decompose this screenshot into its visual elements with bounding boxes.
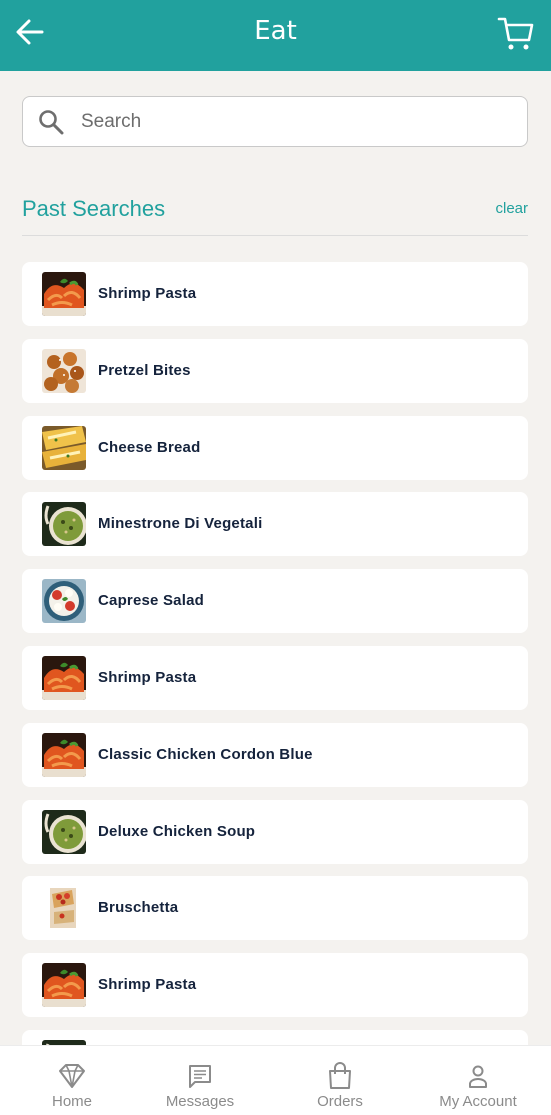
app-header: Eat bbox=[0, 0, 551, 71]
past-search-label: Caprese Salad bbox=[98, 592, 204, 610]
past-search-label: Shrimp Pasta bbox=[98, 668, 197, 686]
clear-button[interactable]: clear bbox=[495, 200, 528, 217]
food-thumbnail bbox=[42, 886, 86, 931]
nav-messages-label: Messages bbox=[165, 1093, 235, 1110]
past-search-label: Pretzel Bites bbox=[98, 361, 191, 379]
past-searches-title: Past Searches bbox=[22, 196, 166, 221]
page-title: Eat bbox=[254, 16, 297, 46]
food-thumbnail bbox=[42, 502, 86, 547]
shopping-cart-icon[interactable] bbox=[497, 14, 535, 52]
nav-messages[interactable]: Messages bbox=[131, 1046, 269, 1115]
past-search-item[interactable]: Minestrone Di Vegetali bbox=[22, 492, 528, 557]
search-box bbox=[22, 96, 528, 147]
food-thumbnail bbox=[42, 348, 86, 393]
past-search-label: Cheese Bread bbox=[98, 438, 201, 456]
past-search-label: Deluxe Chicken Soup bbox=[98, 822, 256, 840]
nav-home-label: Home bbox=[51, 1093, 92, 1110]
food-thumbnail bbox=[42, 425, 86, 470]
food-thumbnail bbox=[42, 272, 86, 316]
search-input[interactable] bbox=[81, 105, 501, 139]
nav-my-account-label: My Account bbox=[439, 1093, 517, 1110]
message-icon bbox=[189, 1065, 211, 1088]
bottom-nav: Home Messages Orders My Account bbox=[0, 1045, 551, 1115]
food-thumbnail bbox=[42, 963, 86, 1008]
nav-home[interactable]: Home bbox=[3, 1046, 141, 1115]
past-search-item[interactable]: Shrimp Pasta bbox=[22, 645, 528, 710]
past-searches-header: Past Searches clear bbox=[22, 194, 528, 236]
past-search-label: Shrimp Pasta bbox=[98, 285, 197, 302]
food-thumbnail bbox=[42, 579, 86, 624]
past-search-item[interactable]: Shrimp Pasta bbox=[22, 953, 528, 1018]
past-search-item[interactable]: Pretzel Bites bbox=[22, 338, 528, 403]
past-search-label: Classic Chicken Cordon Blue bbox=[98, 745, 313, 763]
past-search-item[interactable]: Deluxe Chicken Soup bbox=[22, 799, 528, 864]
past-search-label: Shrimp Pasta bbox=[98, 976, 197, 994]
past-searches-list: Shrimp Pasta Pretzel Bites Cheese Bread Min… bbox=[22, 262, 528, 1107]
shopping-bag-icon bbox=[329, 1062, 351, 1089]
home-gem-icon bbox=[59, 1064, 85, 1088]
nav-my-account[interactable]: My Account bbox=[409, 1046, 547, 1115]
food-thumbnail bbox=[42, 809, 86, 854]
past-search-label: Bruschetta bbox=[98, 899, 179, 917]
past-search-item[interactable]: Cheese Bread bbox=[22, 415, 528, 480]
past-search-item[interactable]: Shrimp Pasta bbox=[22, 262, 528, 326]
past-search-item[interactable]: Classic Chicken Cordon Blue bbox=[22, 722, 528, 787]
food-thumbnail bbox=[42, 732, 86, 777]
past-search-item[interactable]: Caprese Salad bbox=[22, 569, 528, 634]
search-icon bbox=[39, 110, 64, 135]
nav-orders[interactable]: Orders bbox=[271, 1046, 409, 1115]
past-search-item[interactable]: Bruschetta bbox=[22, 876, 528, 941]
past-search-label: Minestrone Di Vegetali bbox=[98, 515, 263, 533]
food-thumbnail bbox=[42, 655, 86, 700]
nav-orders-label: Orders bbox=[317, 1093, 363, 1110]
person-icon bbox=[469, 1065, 487, 1088]
